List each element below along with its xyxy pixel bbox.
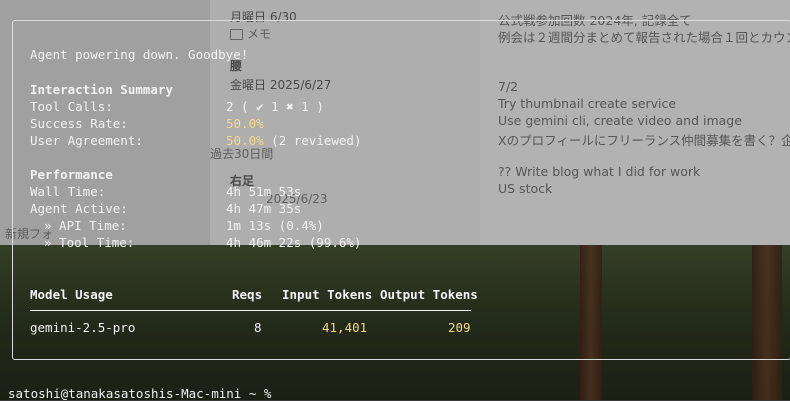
wall-time-label: Wall Time:: [30, 184, 106, 199]
user-agreement-value: 50.0% (2 reviewed): [226, 133, 362, 148]
summary-panel: [12, 20, 790, 360]
table-header-input-tokens: Input Tokens: [282, 287, 373, 302]
user-agreement-label: User Agreement:: [30, 133, 143, 148]
tool-calls-label: Tool Calls:: [30, 99, 113, 114]
cross-icon: ✖ 1: [286, 99, 309, 114]
table-divider: [30, 310, 471, 311]
table-cell-reqs: 8: [254, 320, 262, 335]
performance-title: Performance: [30, 167, 113, 182]
check-icon: ✔ 1: [256, 99, 279, 114]
api-time-value: 1m 13s (0.4%): [226, 218, 324, 233]
tool-calls-value: 2 ( ✔ 1 ✖ 1 ): [226, 99, 324, 114]
table-cell-output-tokens: 209: [448, 320, 471, 335]
tool-time-label: » Tool Time:: [44, 235, 135, 250]
table-header-reqs: Reqs: [232, 287, 263, 302]
shell-prompt[interactable]: satoshi@tanakasatoshis-Mac-mini ~ %: [8, 386, 271, 401]
table-cell-input-tokens: 41,401: [322, 320, 368, 335]
agent-active-label: Agent Active:: [30, 201, 128, 216]
api-time-label: » API Time:: [44, 218, 127, 233]
table-header-model: Model Usage: [30, 287, 113, 302]
summary-title: Interaction Summary: [30, 82, 173, 97]
wall-time-value: 4h 51m 53s: [226, 184, 302, 199]
table-header-output-tokens: Output Tokens: [380, 287, 478, 302]
tool-time-value: 4h 46m 22s (99.6%): [226, 235, 362, 250]
agent-active-value: 4h 47m 35s: [226, 201, 302, 216]
table-cell-model: gemini-2.5-pro: [30, 320, 136, 335]
success-rate-value: 50.0%: [226, 116, 264, 131]
success-rate-label: Success Rate:: [30, 116, 128, 131]
goodbye-message: Agent powering down. Goodbye!: [30, 47, 249, 62]
